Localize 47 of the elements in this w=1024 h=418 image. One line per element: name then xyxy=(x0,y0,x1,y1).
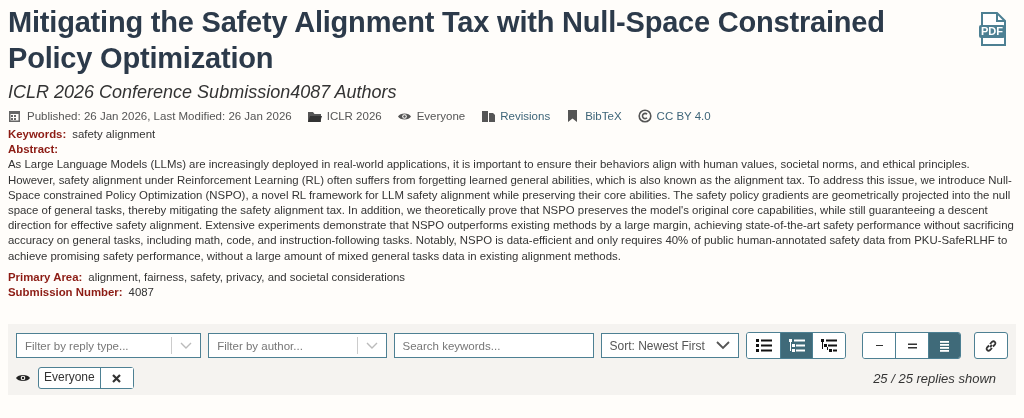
chevron-down-icon xyxy=(716,341,731,351)
meta-text: ICLR 2026 xyxy=(326,110,382,122)
reply-count: 25 / 25 replies shown xyxy=(873,370,996,386)
meta-text: Published: 26 Jan 2026, Last Modified: 26 Jan 2026 xyxy=(27,110,292,122)
density-button[interactable] xyxy=(927,333,961,359)
lines-icon xyxy=(940,338,950,353)
folder-icon xyxy=(307,109,322,123)
copy-link-button[interactable] xyxy=(974,332,1008,360)
dropdown-field[interactable]: Filter by reply type... xyxy=(16,333,202,359)
eye-icon xyxy=(16,373,30,384)
field-label: Submission Number: xyxy=(8,286,123,299)
view-mode-button[interactable] xyxy=(812,333,845,359)
visibility-tag: Everyone xyxy=(38,367,134,390)
field-label: Primary Area: xyxy=(8,270,83,283)
field-value: safety alignment xyxy=(72,128,156,140)
meta-text: Everyone xyxy=(416,110,466,122)
list-icon xyxy=(755,338,772,354)
field-value: 4087 xyxy=(128,286,154,299)
field-label: Keywords: xyxy=(8,128,67,140)
chevron-down-icon xyxy=(365,341,378,350)
venue-line: ICLR 2026 Conference Submission4087 Authors xyxy=(8,82,398,103)
sort-dropdown[interactable]: Sort: Newest First xyxy=(600,333,740,359)
nested-list-icon xyxy=(821,338,838,354)
chevron-down-icon xyxy=(180,341,193,350)
density-button[interactable] xyxy=(895,333,928,359)
dash-icon xyxy=(875,345,883,347)
meta-link[interactable]: Revisions xyxy=(500,110,551,122)
link-icon xyxy=(984,338,999,353)
documents-icon xyxy=(481,109,496,123)
remove-tag-button[interactable] xyxy=(99,368,133,389)
calendar-icon xyxy=(8,109,22,123)
filter-input[interactable]: Filter by reply type... xyxy=(17,338,172,353)
keyword-input[interactable]: Search keywords... xyxy=(394,338,593,353)
close-icon xyxy=(112,373,122,383)
abstract-text: As Large Language Models (LLMs) are increasingly deployed in real-world applications, it is important to ensure their behaviors align with human values, societal norms, and ethical principles. However, safety alignment under Reinforcement Learning (RL) often suffers from forgetting learned general abilities, which is also known as the alignment tax. To address this issue, we introduce Null-Space constrained Policy Optimization (NSPO), a novel RL framework for LLM safety alignment while preserving their core abilities. The safety policy gradients are geometrically projected into the null space of general tasks, thereby mitigating the safety alignment tax. In addition, we theoretically prove that NSPO preserves the model's original core capabilities, while still guaranteeing a descent direction for effective safety alignment. Extensive experiments demonstrate that NSPO outperforms existing methods by a large margin, achieving state-of-the-art safety performance without sacrificing accuracy on general tasks, including math, code, and instruction-following tasks. Notably, NSPO is data-efficient and only requires 40% of public human-annotated safety data from PKU-SafeRLHF to achieve promising safety performance, without a large amount of mixed general tasks data in existing alignment methods. xyxy=(8,157,1015,264)
field-label: Abstract: xyxy=(8,142,59,158)
filter-input[interactable]: Filter by author... xyxy=(209,338,357,353)
dropdown-field[interactable]: Filter by author... xyxy=(208,333,387,359)
search-field[interactable]: Search keywords... xyxy=(393,333,594,359)
meta-link[interactable]: CC BY 4.0 xyxy=(656,110,711,122)
meta-link[interactable]: BibTeX xyxy=(585,110,622,122)
density-button[interactable] xyxy=(862,333,896,359)
field-value: alignment, fairness, safety, privacy, and societal considerations xyxy=(88,270,406,283)
paper-title: Mitigating the Safety Alignment Tax with Null-Space Constrained Policy Optimization xyxy=(8,5,886,76)
view-mode-button[interactable] xyxy=(747,333,780,359)
threaded-list-icon xyxy=(788,338,805,354)
copyright-icon xyxy=(637,109,652,123)
